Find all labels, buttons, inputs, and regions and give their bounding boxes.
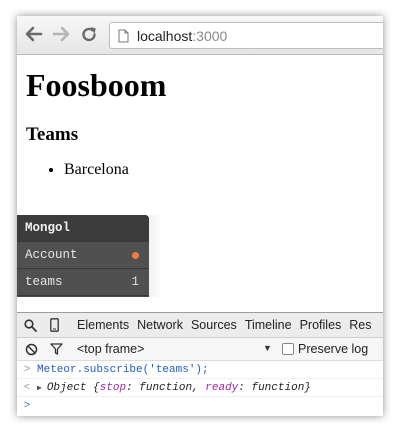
orange-dot-icon	[132, 251, 139, 259]
mongol-item-label: teams	[25, 275, 63, 289]
console-output: > Meteor.subscribe('teams'); < ▶ Object …	[17, 361, 383, 416]
tab-timeline[interactable]: Timeline	[245, 318, 292, 332]
filter-icon[interactable]	[45, 343, 67, 355]
mongol-panel: Mongol Account teams 1	[17, 215, 149, 297]
page-title: Foosboom	[26, 67, 167, 103]
mongol-item-label: Account	[25, 248, 78, 262]
console-command[interactable]: Meteor.subscribe('teams');	[37, 364, 209, 376]
console-input-line: > Meteor.subscribe('teams');	[17, 361, 383, 379]
devtools-panel: Elements Network Sources Timeline Profil…	[17, 312, 383, 416]
page-content: Foosboom Teams Barcelona Mongol Account …	[17, 55, 383, 312]
console-result-line: < ▶ Object {stop: function, ready: funct…	[17, 379, 383, 397]
result-object[interactable]: Object {stop: function, ready: function}	[47, 382, 311, 394]
dropdown-arrow-icon[interactable]: ▼	[263, 343, 272, 353]
list-item: Barcelona	[64, 161, 129, 179]
browser-window: localhost:3000 Foosboom Teams Barcelona …	[17, 16, 383, 416]
console-prompt-icon: >	[23, 399, 31, 412]
clear-console-icon[interactable]	[17, 343, 45, 356]
mongol-header[interactable]: Mongol	[17, 215, 149, 242]
preserve-log-checkbox[interactable]	[282, 343, 294, 355]
expand-triangle-icon[interactable]: ▶	[37, 383, 42, 393]
url-host: localhost	[137, 27, 193, 44]
mongol-shadow	[149, 215, 163, 297]
reload-button[interactable]	[78, 23, 100, 45]
preserve-log-label: Preserve log	[298, 342, 369, 356]
tab-resources[interactable]: Res	[349, 318, 371, 332]
browser-toolbar: localhost:3000	[17, 16, 383, 55]
tab-network[interactable]: Network	[137, 318, 183, 332]
devtools-tabbar: Elements Network Sources Timeline Profil…	[17, 313, 383, 338]
input-prompt-icon: >	[23, 363, 31, 376]
tab-sources[interactable]: Sources	[191, 318, 237, 332]
url-port: :3000	[192, 27, 228, 44]
console-toolbar: <top frame> ▼ Preserve log	[17, 338, 383, 361]
mongol-item-account[interactable]: Account	[17, 242, 149, 269]
section-title: Teams	[26, 124, 79, 145]
console-prompt-line[interactable]: >	[17, 397, 383, 414]
address-bar[interactable]: localhost:3000	[109, 22, 383, 49]
device-mode-icon[interactable]	[43, 318, 65, 332]
result-prompt-icon: <	[23, 381, 31, 394]
preserve-log-toggle[interactable]: Preserve log	[282, 342, 368, 356]
tab-elements[interactable]: Elements	[77, 318, 129, 332]
back-arrow-icon	[25, 26, 43, 42]
team-list: Barcelona	[64, 161, 129, 179]
mongol-item-count: 1	[131, 275, 139, 289]
tab-profiles[interactable]: Profiles	[300, 318, 342, 332]
forward-button[interactable]	[50, 23, 72, 45]
document-icon	[118, 29, 129, 43]
forward-arrow-icon	[52, 26, 70, 42]
inspect-search-icon[interactable]	[17, 318, 43, 332]
frame-select[interactable]: <top frame>	[77, 342, 144, 356]
back-button[interactable]	[23, 23, 45, 45]
mongol-item-teams[interactable]: teams 1	[17, 269, 149, 296]
reload-icon	[81, 26, 96, 41]
